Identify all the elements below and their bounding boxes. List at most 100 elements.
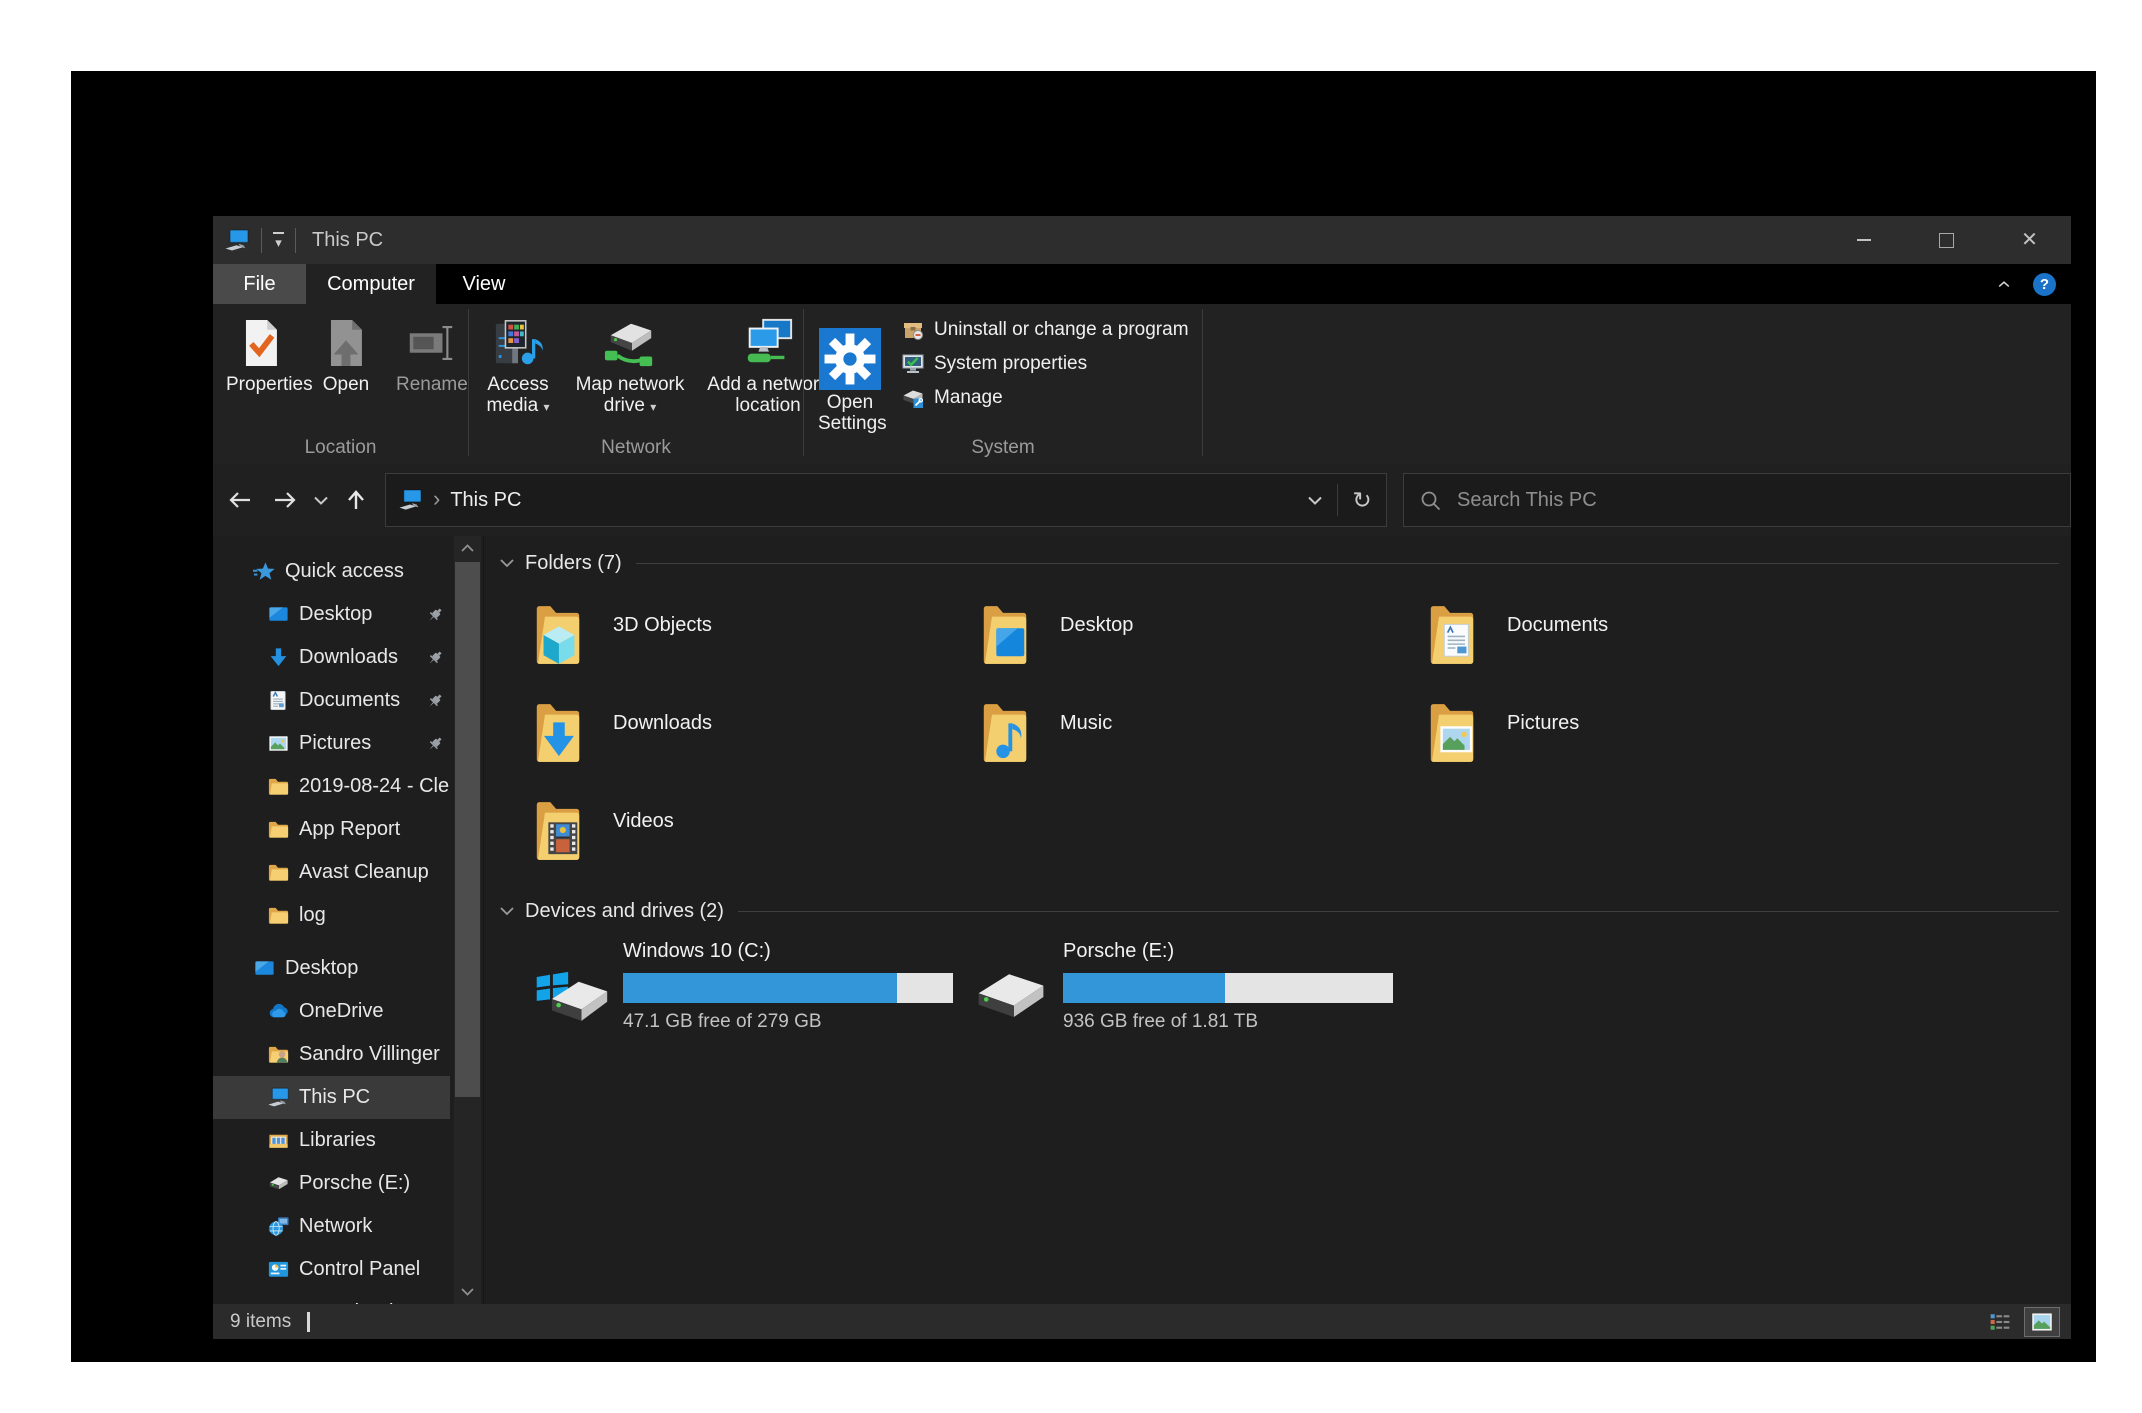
sidebar-item-label: Porsche (E:): [299, 1172, 411, 1194]
customize-toolbar-dropdown-icon[interactable]: ▾: [273, 231, 284, 249]
sidebar-item-label: Downloads: [299, 646, 398, 668]
breadcrumb-chevron-icon: ›: [433, 485, 441, 511]
minimize-button[interactable]: [1822, 216, 1905, 264]
system-properties-button[interactable]: System properties: [901, 352, 1189, 376]
search-box[interactable]: [1403, 473, 2071, 527]
sidebar-item-libraries[interactable]: Libraries: [213, 1119, 450, 1162]
section-title[interactable]: Devices and drives (2): [525, 900, 724, 923]
drive-free-text: 47.1 GB free of 279 GB: [623, 1011, 822, 1032]
sidebar-item-label: Avast Cleanup: [299, 861, 429, 883]
dropdown-arrow-icon: ▾: [650, 400, 657, 414]
sidebar-item-downloads[interactable]: Downloads: [213, 636, 450, 679]
tab-computer[interactable]: Computer: [306, 264, 436, 304]
folder-tile-3d-objects[interactable]: 3D Objects: [531, 598, 978, 696]
folder-tile-downloads[interactable]: Downloads: [531, 696, 978, 794]
close-button[interactable]: ✕: [1988, 216, 2071, 264]
sidebar-item-sandro-villinger[interactable]: Sandro Villinger: [213, 1033, 450, 1076]
sidebar-item-this-pc[interactable]: This PC: [213, 1076, 450, 1119]
open-button[interactable]: Open: [305, 304, 387, 395]
sidebar-item-control-panel[interactable]: Control Panel: [213, 1248, 450, 1291]
tab-view[interactable]: View: [436, 264, 532, 304]
manage-button[interactable]: Manage: [901, 386, 1189, 410]
collapse-section-icon[interactable]: [499, 558, 515, 568]
drive-label: Windows 10 (C:): [623, 940, 771, 962]
uninstall-program-button[interactable]: Uninstall or change a program: [901, 318, 1189, 342]
forward-button[interactable]: [263, 476, 307, 524]
folder-tile-videos[interactable]: Videos: [531, 794, 978, 892]
folder-tile-documents[interactable]: Documents: [1425, 598, 1872, 696]
sidebar-item-porsche-e[interactable]: Porsche (E:): [213, 1162, 450, 1205]
folder-tile-pictures[interactable]: Pictures: [1425, 696, 1872, 794]
collapse-ribbon-button[interactable]: [1992, 260, 2016, 308]
scrollbar-thumb[interactable]: [455, 562, 480, 1097]
drive-tile-windows-10-c[interactable]: Windows 10 (C:) 47.1 GB free of 279 GB: [531, 940, 971, 1034]
sidebar-item-onedrive[interactable]: OneDrive: [213, 990, 450, 1033]
tile-3d-icon: [531, 598, 585, 672]
window-title: This PC: [312, 228, 384, 251]
address-bar[interactable]: › This PC ↻: [385, 473, 1387, 527]
up-button[interactable]: [335, 476, 377, 524]
pin-icon: [425, 734, 445, 754]
capacity-bar-fill: [1063, 973, 1225, 1003]
side-pictures-icon: [267, 732, 290, 755]
pin-icon: [425, 605, 445, 625]
back-button[interactable]: [217, 476, 263, 524]
maximize-button[interactable]: [1905, 216, 1988, 264]
this-pc-icon: [398, 489, 423, 511]
help-button[interactable]: ?: [2033, 272, 2056, 296]
drive-tile-porsche-e[interactable]: Porsche (E:) 936 GB free of 1.81 TB: [971, 940, 1411, 1034]
open-settings-button[interactable]: Open Settings: [804, 304, 891, 434]
details-view-button[interactable]: [1983, 1308, 2017, 1336]
folder-tile-label: Desktop: [1060, 614, 1134, 636]
side-folder-icon: [267, 775, 290, 798]
folder-tile-label: Documents: [1507, 614, 1609, 636]
sidebar-item-network[interactable]: Network: [213, 1205, 450, 1248]
sidebar-item-desktop[interactable]: Desktop: [213, 593, 450, 636]
thumbnail-view-button[interactable]: [2024, 1306, 2060, 1337]
sidebar-item-documents[interactable]: Documents: [213, 679, 450, 722]
map-network-drive-button[interactable]: Map network drive ▾: [565, 304, 695, 418]
tile-documents-icon: [1425, 598, 1479, 672]
drive-label: Porsche (E:): [1063, 940, 1175, 962]
folder-tile-music[interactable]: Music: [978, 696, 1425, 794]
sidebar-scrollbar[interactable]: [454, 536, 481, 1304]
folder-tile-desktop[interactable]: Desktop: [978, 598, 1425, 696]
sidebar-item-log[interactable]: log: [213, 894, 450, 937]
recent-locations-dropdown[interactable]: [307, 476, 335, 524]
sidebar-item-pictures[interactable]: Pictures: [213, 722, 450, 765]
refresh-button[interactable]: ↻: [1338, 474, 1386, 526]
ribbon-group-location: Properties Open Rename Location: [213, 304, 468, 464]
sidebar-item-label: Desktop: [299, 603, 373, 625]
folder-tile-label: Pictures: [1507, 712, 1580, 734]
chevron-down-icon: [314, 496, 328, 505]
tile-downloads-icon: [531, 696, 585, 770]
rename-button[interactable]: Rename: [387, 304, 475, 395]
capacity-bar: [623, 973, 953, 1003]
scroll-up-button[interactable]: [454, 536, 481, 560]
section-title[interactable]: Folders (7): [525, 552, 622, 575]
scroll-down-button[interactable]: [454, 1280, 481, 1304]
caption-buttons: ✕: [1822, 216, 2071, 264]
sidebar-item-label: Documents: [299, 689, 401, 711]
capacity-bar-fill: [623, 973, 897, 1003]
dropdown-arrow-icon: ▾: [543, 400, 550, 414]
up-arrow-icon: [344, 490, 368, 510]
sidebar-item-2019-08-24-cle[interactable]: 2019-08-24 - Cle: [213, 765, 450, 808]
drives-grid: Windows 10 (C:) 47.1 GB free of 279 GB Por…: [531, 940, 2059, 1034]
sidebar-item-desktop[interactable]: Desktop: [213, 947, 450, 990]
access-media-button[interactable]: Access media ▾: [471, 304, 565, 418]
properties-button[interactable]: Properties: [217, 304, 313, 395]
sidebar-item-avast-cleanup[interactable]: Avast Cleanup: [213, 851, 450, 894]
sidebar-item-app-report[interactable]: App Report: [213, 808, 450, 851]
sidebar-item-quick-access[interactable]: Quick access: [213, 550, 450, 593]
collapse-section-icon[interactable]: [499, 906, 515, 916]
breadcrumb[interactable]: This PC: [450, 489, 521, 512]
sidebar-item-recycle-bin[interactable]: Recycle Bin: [213, 1291, 450, 1304]
section-divider: [635, 562, 2059, 564]
search-input[interactable]: [1455, 487, 2070, 513]
tab-file[interactable]: File: [213, 264, 306, 304]
address-dropdown-button[interactable]: [1293, 474, 1337, 526]
sidebar-item-label: log: [299, 904, 326, 926]
sidebar-item-label: Libraries: [299, 1129, 376, 1151]
rename-icon: [408, 316, 454, 370]
